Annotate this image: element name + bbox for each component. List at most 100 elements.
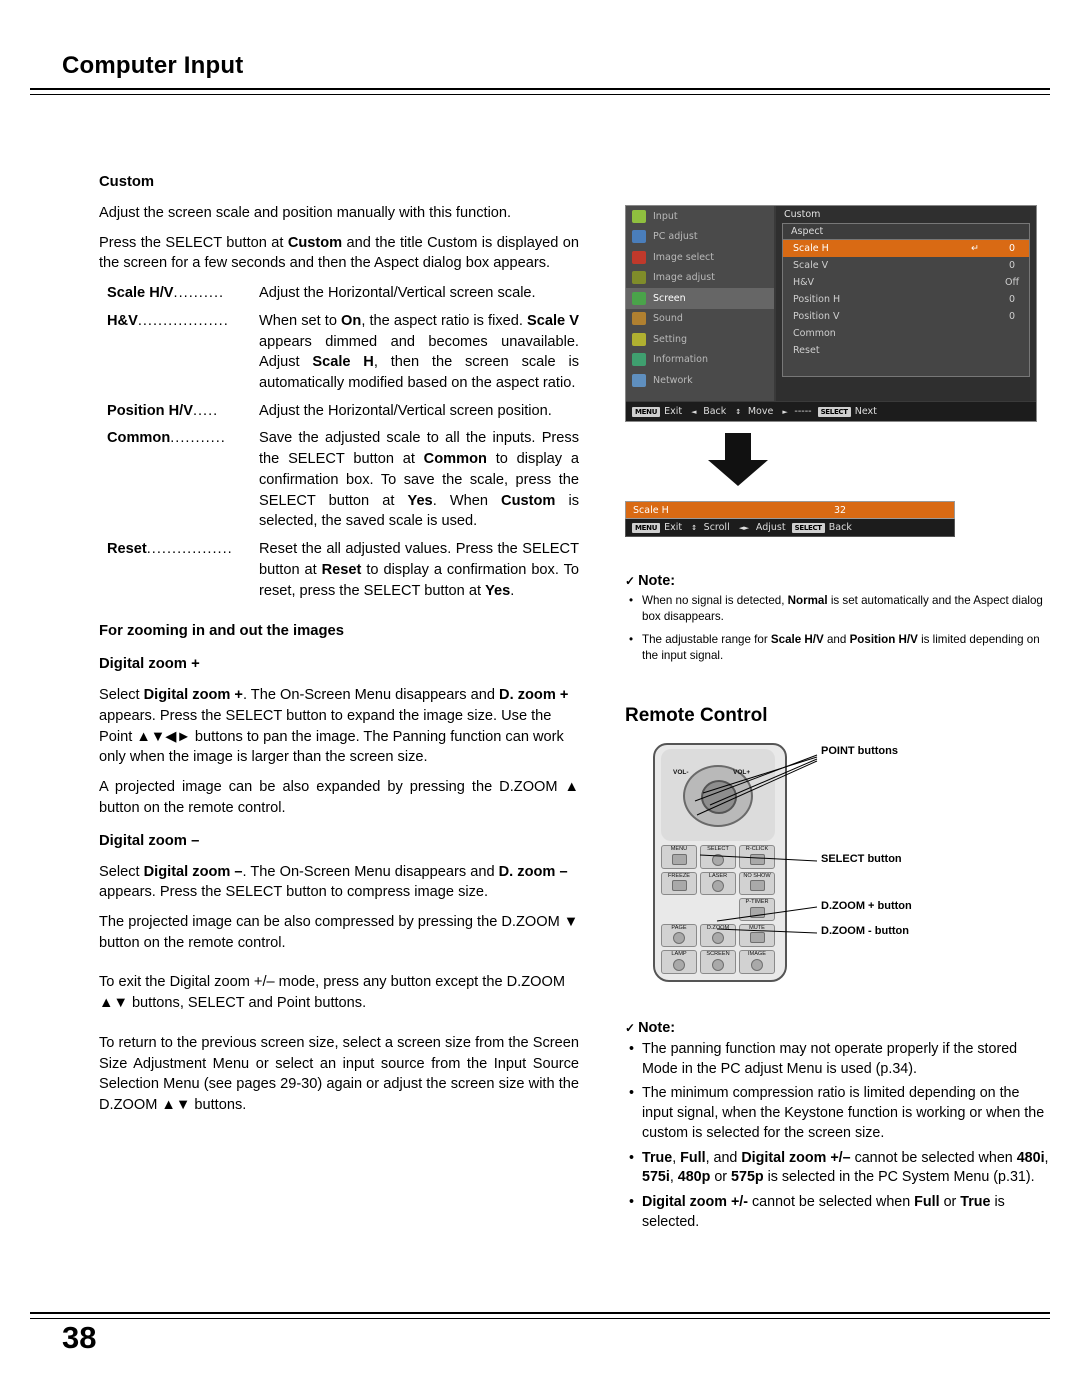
remote-key-d-zoom[interactable]: D.ZOOM (700, 923, 736, 948)
remote-control-heading: Remote Control (625, 705, 768, 726)
osd-row-scale-h[interactable]: Scale H ↵ 0 (783, 240, 1029, 257)
hint-label-next: Next (854, 406, 877, 417)
osd-menu-item-network[interactable]: Network (626, 370, 774, 391)
digital-zoom-minus-paragraph-2: The projected image can be also compress… (99, 913, 579, 951)
osd-main-menu: Input PC adjust Image select Image adjus… (626, 206, 774, 401)
osd-menu-item-setting[interactable]: Setting (626, 329, 774, 350)
scale-h-dialog: Scale H 32 MENU Exit ↕ Scroll ◄► Adjust SEL… (625, 501, 955, 537)
remote-key-no-show[interactable]: NO SHOW (739, 871, 775, 896)
left-content-column: Custom Adjust the screen scale and posit… (99, 172, 579, 1125)
def-term-scale-hv: Scale H/V.......... (107, 283, 259, 304)
p2-part-a: Press the SELECT button at (99, 234, 288, 251)
remote-key-laser[interactable]: LASER (700, 871, 736, 896)
def-term-position-hv: Position H/V..... (107, 401, 259, 422)
osd-row-common[interactable]: Common (783, 325, 1029, 342)
def-desc-position-hv: Adjust the Horizontal/Vertical screen po… (259, 402, 552, 419)
note-2-item-4: Digital zoom +/- cannot be selected when… (629, 1193, 1053, 1232)
key-cap-icon (749, 880, 765, 892)
def-term-text: H&V (107, 312, 138, 329)
osd-menu-label: Network (653, 374, 693, 386)
osd-menu-item-image-adjust[interactable]: Image adjust (626, 268, 774, 289)
osd-menu-item-screen[interactable]: Screen (626, 288, 774, 309)
remote-key-label: IMAGE (747, 951, 767, 958)
remote-key-select[interactable]: SELECT (700, 845, 736, 869)
def-term-text: Common (107, 430, 171, 447)
osd-aspect-title: Aspect (783, 224, 1029, 240)
osd-row-reset[interactable]: Reset (783, 342, 1029, 359)
osd-row-label: Reset (793, 345, 820, 356)
note-1-title-text: Note: (638, 573, 676, 589)
header-divider (30, 88, 1050, 95)
osd-row-label: Scale H (793, 243, 829, 254)
osd-menu-item-pc-adjust[interactable]: PC adjust (626, 227, 774, 248)
def-row-scale-hv: Scale H/V.......... Adjust the Horizonta… (107, 283, 579, 304)
remote-key-screen[interactable]: SCREEN (700, 950, 736, 974)
remote-key-menu[interactable]: MENU (661, 845, 697, 869)
remote-key-label: PAGE (671, 924, 687, 931)
def-term-common: Common........... (107, 428, 259, 449)
information-icon (632, 353, 646, 367)
def-row-common: Common........... Save the adjusted scal… (107, 428, 579, 532)
remote-key-label: MUTE (749, 924, 765, 931)
remote-key-label: FREEZE (667, 872, 691, 879)
def-row-position-hv: Position H/V..... Adjust the Horizontal/… (107, 401, 579, 422)
screen-icon (632, 291, 646, 305)
def-term-text: Reset (107, 541, 147, 558)
remote-key-r-click[interactable]: R-CLICK (739, 845, 775, 869)
select-button-center[interactable] (701, 780, 737, 814)
def-desc-hv: When set to On, the aspect ratio is fixe… (259, 312, 579, 392)
osd-row-position-h[interactable]: Position H 0 (783, 291, 1029, 308)
osd-row-value: 0 (1008, 294, 1016, 305)
osd-menu-item-image-select[interactable]: Image select (626, 247, 774, 268)
remote-key-label: SCREEN (706, 951, 730, 958)
osd-row-hv[interactable]: H&V Off (783, 274, 1029, 291)
osd-row-label: Common (793, 328, 836, 339)
osd-row-value: 0 (1008, 260, 1016, 271)
def-dots: .......... (173, 285, 225, 302)
osd-row-scale-v[interactable]: Scale V 0 (783, 257, 1029, 274)
note-block-2: ✓Note: The panning function may not oper… (625, 1020, 1053, 1237)
remote-key-page[interactable]: PAGE (661, 923, 697, 948)
note-1-item-1: When no signal is detected, Normal is se… (629, 593, 1053, 625)
hint-label-dashes: ----- (794, 406, 812, 417)
osd-row-position-v[interactable]: Position V 0 (783, 308, 1029, 325)
osd-menu-label: Image select (653, 251, 714, 263)
osd-menu-item-input[interactable]: Input (626, 206, 774, 227)
down-arrow-stem (725, 433, 751, 463)
def-dots: .................. (137, 312, 229, 329)
down-arrow-head (708, 460, 768, 486)
remote-key-label: NO SHOW (743, 872, 771, 879)
remote-key-label: P-TIMER (745, 899, 769, 906)
hint2-key-adjust: ◄► (738, 523, 749, 532)
checkmark-icon: ✓ (625, 1021, 636, 1035)
page-number: 38 (62, 1320, 97, 1355)
remote-key-image[interactable]: IMAGE (739, 950, 775, 974)
page: Computer Input Custom Adjust the screen … (0, 0, 1080, 1397)
remote-control-illustration: VOL- VOL+ MENU SELECT R-CLICK FREEZE LAS… (653, 743, 787, 982)
remote-key-mute[interactable]: MUTE (739, 923, 775, 948)
zoom-section-heading: For zooming in and out the images (99, 623, 344, 640)
scale-h-value: 32 (834, 504, 847, 516)
network-icon (632, 373, 646, 387)
footer-divider (30, 1312, 1050, 1319)
def-desc-scale-hv: Adjust the Horizontal/Vertical screen sc… (259, 285, 536, 302)
remote-key-p-timer[interactable]: P-TIMER (739, 898, 775, 921)
key-cap-icon (751, 958, 763, 971)
hint2-label-back: Back (828, 522, 852, 533)
remote-key-freeze[interactable]: FREEZE (661, 871, 697, 896)
osd-menu-item-information[interactable]: Information (626, 350, 774, 371)
key-cap-icon (712, 880, 724, 893)
callout-select-button: SELECT button (821, 853, 902, 865)
osd-row-mid: ↵ (971, 243, 979, 254)
key-cap-icon (712, 958, 724, 971)
osd-menu-item-sound[interactable]: Sound (626, 309, 774, 330)
hint-key-right: ► (782, 407, 788, 416)
input-icon (632, 209, 646, 223)
osd-aspect-dialog: Aspect Scale H ↵ 0 Scale V 0 H&V Off Positio… (782, 223, 1030, 377)
remote-key-lamp[interactable]: LAMP (661, 950, 697, 974)
key-cap-icon (749, 906, 765, 918)
right-content-column: Input PC adjust Image select Image adjus… (625, 205, 1053, 1230)
osd-menu-label: Setting (653, 333, 688, 345)
key-cap-icon (712, 853, 724, 866)
remote-top-section: VOL- VOL+ (661, 749, 775, 841)
